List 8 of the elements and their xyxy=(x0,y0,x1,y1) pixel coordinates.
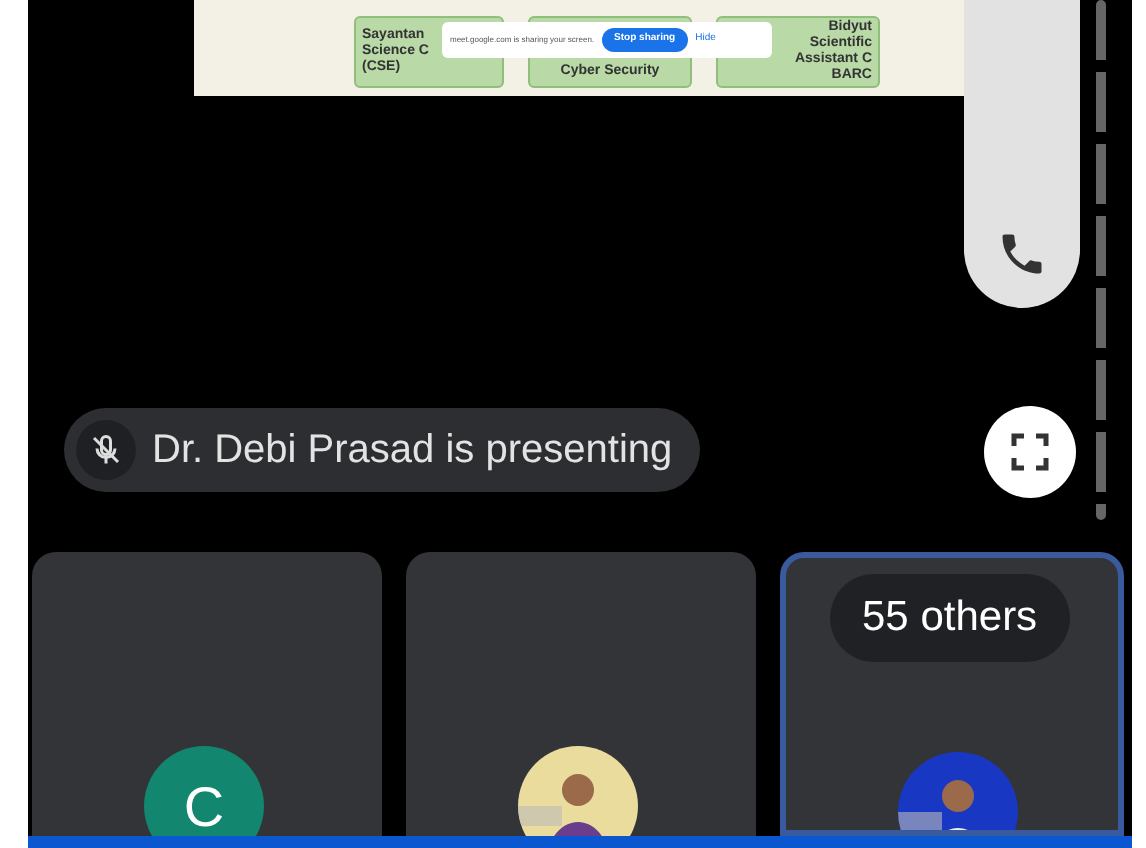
fullscreen-button[interactable] xyxy=(984,406,1076,498)
participant-tile[interactable]: 55 others xyxy=(780,552,1124,836)
participant-tile[interactable] xyxy=(406,552,756,836)
participant-tile[interactable]: C xyxy=(32,552,382,836)
avatar-initial: C xyxy=(144,746,264,836)
fullscreen-icon xyxy=(1008,430,1052,474)
others-count-badge: 55 others xyxy=(830,574,1070,662)
presenter-label: Dr. Debi Prasad is presenting xyxy=(152,426,673,476)
